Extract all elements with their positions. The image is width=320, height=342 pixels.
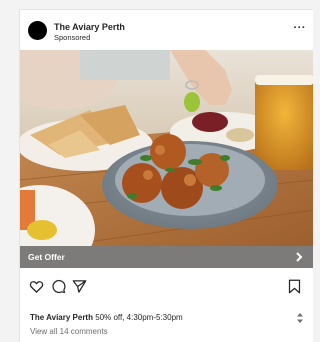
caption-text: 50% off, 4:30pm-5:30pm: [95, 313, 183, 322]
get-offer-label: Get Offer: [28, 252, 65, 262]
food-photo-illustration: [20, 50, 313, 246]
post-photo[interactable]: [20, 50, 313, 246]
post-header: The Aviary Perth Sponsored ···: [20, 10, 313, 50]
comment-bubble-icon[interactable]: [51, 279, 66, 294]
post-caption: The Aviary Perth 50% off, 4:30pm-5:30pm: [30, 313, 183, 322]
sponsored-label: Sponsored: [54, 33, 91, 42]
sponsored-post-card: The Aviary Perth Sponsored ··· Get Offer…: [19, 9, 313, 342]
chevron-right-icon: [296, 252, 303, 262]
get-offer-button[interactable]: Get Offer: [20, 246, 313, 268]
action-bar: [20, 268, 313, 304]
send-icon[interactable]: [72, 279, 87, 294]
more-dots-icon[interactable]: ···: [294, 23, 307, 34]
account-name[interactable]: The Aviary Perth: [54, 22, 125, 32]
avatar[interactable]: [28, 21, 47, 40]
caption-account-name[interactable]: The Aviary Perth: [30, 313, 93, 322]
view-comments-link[interactable]: View all 14 comments: [30, 327, 108, 336]
expand-caption-icon[interactable]: [296, 312, 304, 324]
bookmark-icon[interactable]: [287, 279, 302, 294]
heart-icon[interactable]: [29, 279, 44, 294]
